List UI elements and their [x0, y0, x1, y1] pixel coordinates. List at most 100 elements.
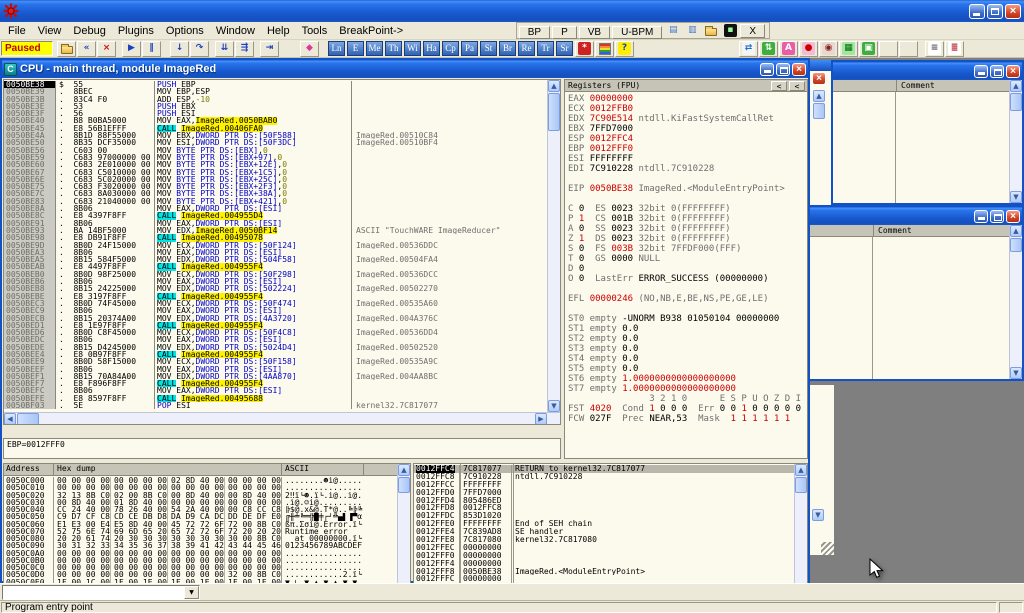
list-marked-button[interactable]: ≣ [945, 41, 964, 57]
register-line[interactable]: ST5 empty 0.0 [565, 364, 807, 374]
menu-plugins[interactable]: Plugins [112, 25, 160, 37]
register-line[interactable]: EBP 0012FFF0 [565, 144, 807, 154]
dump-row[interactable]: 0050C02032 13 8B C002 00 8B C000 8D 40 0… [4, 492, 397, 499]
register-line[interactable]: ST3 empty 0.0 [565, 344, 807, 354]
plugin-record-button[interactable]: ● [799, 41, 818, 57]
scrollbar-thumb[interactable] [548, 93, 560, 131]
dump-row[interactable]: 0050C09030 31 32 3334 35 36 3738 39 41 4… [4, 542, 397, 549]
scroll-down-button[interactable]: ▼ [1010, 191, 1022, 203]
blank-2-button[interactable] [899, 41, 918, 57]
plugin-spiral-button[interactable]: ◉ [819, 41, 838, 57]
plugin-a-button[interactable]: A [779, 41, 798, 57]
folder-icon[interactable] [702, 23, 720, 38]
close-button[interactable]: × [1006, 210, 1020, 223]
disasm-row[interactable]: 0050BE98. E8 DB91F8FFCALL ImageRed.00495… [4, 234, 547, 241]
disasm-row[interactable]: 0050BEB0. 8B0D 98F25000MOV ECX,DWORD PTR… [4, 271, 547, 278]
disasm-row[interactable]: 0050BE3B. 83C4 F0ADD ESP,-10 [4, 96, 547, 103]
register-line[interactable] [565, 284, 807, 294]
stack-row[interactable]: 0012FFD07FFD7000 [414, 489, 794, 497]
view-me-button[interactable]: Me [366, 41, 383, 56]
disasm-row[interactable]: 0050BEFC. 8B06MOV EAX,DWORD PTR DS:[ESI] [4, 387, 547, 394]
scrollbar-thumb[interactable] [1010, 93, 1022, 111]
disasm-row[interactable]: 0050BE9D. 8B0D 24F15000MOV ECX,DWORD PTR… [4, 242, 547, 249]
menu-options[interactable]: Options [160, 25, 210, 37]
disasm-row[interactable]: 0050BE60. C683 2E010000 00MOV BYTE PTR D… [4, 161, 547, 168]
maximize-button[interactable] [990, 65, 1004, 78]
restore-button[interactable] [776, 63, 790, 76]
disasm-row[interactable]: 0050BECB. 8B15 20374A00MOV EDX,DWORD PTR… [4, 315, 547, 322]
scroll-left-button[interactable]: ◀ [4, 413, 16, 425]
dump-row[interactable]: 0050C0C000 00 00 0000 00 00 0000 00 00 0… [4, 564, 397, 571]
disasm-row[interactable]: 0050BE67. C683 C5010000 00MOV BYTE PTR D… [4, 169, 547, 176]
view-sr-button[interactable]: Sr [556, 41, 573, 56]
disasm-row[interactable]: 0050BE91. 8B06MOV EAX,DWORD PTR DS:[ESI] [4, 220, 547, 227]
menu-button-p[interactable]: P [552, 26, 577, 39]
registers-prev-button[interactable]: < [771, 81, 787, 91]
command-combobox[interactable]: ▼ [2, 585, 200, 600]
stack-row[interactable]: 0012FFE47C839AD8SE handler [414, 528, 794, 536]
stack-row[interactable]: 0012FFD80012FFC8 [414, 504, 794, 512]
disasm-row[interactable]: 0050BE7C. C683 8A030000 00MOV BYTE PTR D… [4, 190, 547, 197]
disasm-row[interactable]: 0050BEEF. 8B06MOV EAX,DWORD PTR DS:[ESI] [4, 366, 547, 373]
disasm-row[interactable]: 0050BEA3. 8B06MOV EAX,DWORD PTR DS:[ESI] [4, 249, 547, 256]
plugin-updown-button[interactable]: ⇅ [759, 41, 778, 57]
register-line[interactable]: 3 2 1 0 E S P U O Z D I [565, 394, 807, 404]
disasm-row[interactable]: 0050BE39. 8BECMOV EBP,ESP [4, 88, 547, 95]
menu-view[interactable]: View [32, 25, 68, 37]
scrollbar-thumb[interactable] [795, 477, 807, 493]
register-line[interactable]: ECX 0012FFB0 [565, 104, 807, 114]
scroll-down-button[interactable]: ▼ [1010, 367, 1022, 379]
disasm-row[interactable]: 0050BE75. C683 F3020000 00MOV BYTE PTR D… [4, 183, 547, 190]
stack-row[interactable]: 0012FFC47C817077RETURN to kernel32.7C817… [414, 465, 794, 473]
close-debuggee-button[interactable]: × [97, 41, 116, 57]
scroll-up-button[interactable]: ▲ [795, 464, 807, 476]
document-icon[interactable]: ▥ [683, 23, 701, 38]
disasm-row[interactable]: 0050BEC3. 8B0D 74F45000MOV ECX,DWORD PTR… [4, 300, 547, 307]
scroll-down-button[interactable]: ▼ [548, 400, 560, 412]
appearance-button[interactable] [595, 41, 614, 57]
disasm-row[interactable]: 0050BEE4. E8 0B97F8FFCALL ImageRed.00495… [4, 351, 547, 358]
dump-row[interactable]: 0050C08020 20 61 7420 30 30 3030 30 30 3… [4, 535, 397, 542]
disasm-row[interactable]: 0050BE93. BA 14BF5000MOV EDX,ImageRed.00… [4, 227, 547, 234]
stack-row[interactable]: 0012FFE0FFFFFFFFEnd of SEH chain [414, 520, 794, 528]
bp-close-button[interactable]: X [740, 24, 765, 38]
scroll-up-button[interactable]: ▲ [1010, 225, 1022, 237]
blank-1-button[interactable] [879, 41, 898, 57]
disasm-row[interactable]: 0050BEBE. E8 3197F8FFCALL ImageRed.00495… [4, 293, 547, 300]
register-line[interactable]: FST 4020 Cond 1 0 0 0 Err 0 0 1 0 0 0 0 … [565, 404, 807, 414]
disasm-row[interactable]: 0050BE38$ 55PUSH EBP [4, 81, 547, 88]
disasm-row[interactable]: 0050BEDE. 8B15 D4245000MOV EDX,DWORD PTR… [4, 344, 547, 351]
register-line[interactable]: ST6 empty 1.0000000000000000000 [565, 374, 807, 384]
view-br-button[interactable]: Br [499, 41, 516, 56]
view-e-button[interactable]: E [347, 41, 364, 56]
minimize-button[interactable] [974, 210, 988, 223]
register-line[interactable]: ST0 empty -UNORM B938 01050104 00000000 [565, 314, 807, 324]
disasm-row[interactable]: 0050BEE9. 8B0D 58F15000MOV ECX,DWORD PTR… [4, 358, 547, 365]
disasm-row[interactable]: 0050BE50. 8B35 DCF35000MOV ESI,DWORD PTR… [4, 139, 547, 146]
disasm-row[interactable]: 0050BEDC. 8B06MOV EAX,DWORD PTR DS:[ESI] [4, 336, 547, 343]
plugin-bits-button[interactable]: ▦ [839, 41, 858, 57]
minimize-button[interactable] [760, 63, 774, 76]
disasm-row[interactable]: 0050BEF7. E8 F896F8FFCALL ImageRed.00495… [4, 380, 547, 387]
register-line[interactable]: ST4 empty 0.0 [565, 354, 807, 364]
stack-row[interactable]: 0012FFDC853D1020 [414, 512, 794, 520]
register-line[interactable]: EIP 0050BE38 ImageRed.<ModuleEntryPoint> [565, 184, 807, 194]
plugin-window-button[interactable]: ▣ [859, 41, 878, 57]
view-wi-button[interactable]: Wi [404, 41, 421, 56]
dump-row[interactable]: 0050C01000 00 00 0000 00 00 0000 00 00 0… [4, 484, 397, 491]
scroll-right-button[interactable]: ▶ [535, 413, 547, 425]
dump-row[interactable]: 0050C03000 8D 40 0001 8D 40 0000 00 00 0… [4, 499, 397, 506]
execute-till-return-button[interactable]: ⇥ [260, 41, 279, 57]
scroll-up-button[interactable]: ▲ [548, 80, 560, 92]
disasm-row[interactable]: 0050BF03. 5EPOP ESIkernel32.7C817077 [4, 402, 547, 409]
step-into-button[interactable]: ↓ [170, 41, 189, 57]
register-line[interactable]: T 0 GS 0000 NULL [565, 254, 807, 264]
scroll-up-button[interactable]: ▲ [398, 464, 410, 476]
minimize-button[interactable] [974, 65, 988, 78]
register-line[interactable]: S 0 FS 003B 32bit 7FFDF000(FFF) [565, 244, 807, 254]
disasm-row[interactable]: 0050BE40. B8 B0BA5000MOV EAX,ImageRed.00… [4, 117, 547, 124]
register-line[interactable]: ST7 empty 1.0000000000000000000 [565, 384, 807, 394]
register-line[interactable]: EFL 00000246 (NO,NB,E,BE,NS,PE,GE,LE) [565, 294, 807, 304]
disasm-row[interactable]: 0050BEA5. 8B15 584F5000MOV EDX,DWORD PTR… [4, 256, 547, 263]
pause-button[interactable]: ‖ [142, 41, 161, 57]
